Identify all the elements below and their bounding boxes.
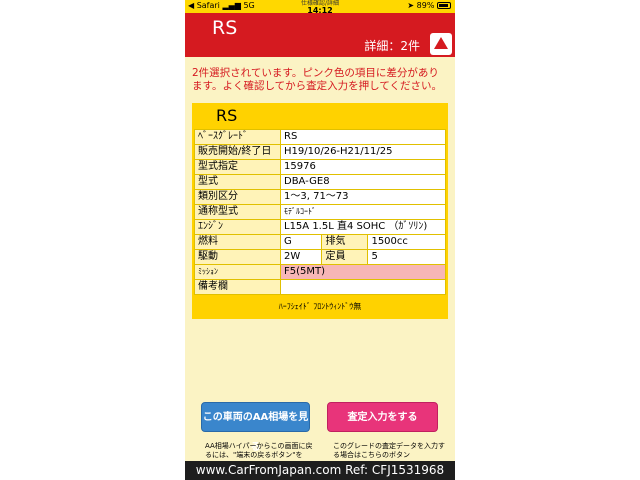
row-value (280, 279, 446, 295)
row-value-2: 5 (367, 249, 446, 265)
row-value: G (279, 234, 323, 250)
row-label: 燃料 (194, 234, 281, 250)
row-value: 2W (279, 249, 323, 265)
row-value: ﾓﾃﾞﾙｺｰﾄﾞ (280, 204, 446, 220)
row-label: 型式指定 (194, 159, 281, 175)
row-label: 備考欄 (194, 279, 281, 295)
phone-screen: ◀ Safari ▂▄▆ 5G 仕様確認/詳細 14:12 ➤ 89% RS 詳… (185, 0, 455, 480)
action-buttons: この車両のAA相場を見る 査定入力をする (185, 402, 455, 453)
scroll-top-button[interactable] (430, 33, 452, 55)
table-row: ｴﾝｼﾞﾝ L15A 1.5L 直4 SOHC （ｶﾞｿﾘﾝ) (194, 219, 446, 235)
note-left: AA相場ハイパーからこの画面に戻るには、"端末の戻るボタン"を (205, 442, 313, 459)
row-value: 1～3, 71～73 (280, 189, 446, 205)
battery-percent: 89% (416, 1, 435, 10)
card-title: RS (216, 106, 238, 125)
diff-notice: 2件選択されています。ピンク色の項目に差分があります。よく確認してから査定入力を… (192, 67, 443, 92)
table-row: ﾐｯｼｮﾝ F5(5MT) (194, 264, 446, 280)
table-row: 販売開始/終了日 H19/10/26-H21/11/25 (194, 144, 446, 160)
table-row: 類別区分 1～3, 71～73 (194, 189, 446, 205)
row-value: L15A 1.5L 直4 SOHC （ｶﾞｿﾘﾝ) (280, 219, 446, 235)
row-label: 型式 (194, 174, 281, 190)
status-bar: ◀ Safari ▂▄▆ 5G 仕様確認/詳細 14:12 ➤ 89% (185, 0, 455, 15)
spec-table: ﾍﾞｰｽｸﾞﾚｰﾄﾞ RS 販売開始/終了日 H19/10/26-H21/11/… (194, 129, 446, 295)
aa-price-button[interactable]: この車両のAA相場を見る (201, 402, 310, 453)
row-value: DBA-GE8 (280, 174, 446, 190)
row-label: ｴﾝｼﾞﾝ (194, 219, 281, 235)
battery-icon (437, 2, 451, 9)
row-value: H19/10/26-H21/11/25 (280, 144, 446, 160)
row-label: ﾍﾞｰｽｸﾞﾚｰﾄﾞ (194, 129, 281, 145)
row-label-2: 定員 (321, 249, 369, 265)
triangle-up-icon (434, 37, 448, 49)
row-label: 類別区分 (194, 189, 281, 205)
row-value-2: 1500cc (367, 234, 446, 250)
row-label-2: 排気 (321, 234, 369, 250)
table-row: 駆動 2W 定員 5 (194, 249, 446, 265)
page-title: RS (212, 17, 238, 39)
row-label: ﾐｯｼｮﾝ (194, 264, 281, 280)
spec-card: RS ﾍﾞｰｽｸﾞﾚｰﾄﾞ RS 販売開始/終了日 H19/10/26-H21/… (192, 103, 448, 319)
row-value-diff: F5(5MT) (280, 264, 446, 280)
assess-input-button[interactable]: 査定入力をする (327, 402, 438, 432)
location-icon: ➤ (407, 1, 415, 10)
detail-count: 詳細：2件 (364, 39, 420, 53)
row-value: 15976 (280, 159, 446, 175)
page-header: RS 詳細：2件 (185, 13, 455, 57)
table-row: 備考欄 (194, 279, 446, 295)
table-row: 通称型式 ﾓﾃﾞﾙｺｰﾄﾞ (194, 204, 446, 220)
table-row: 燃料 G 排気 1500cc (194, 234, 446, 250)
row-label: 駆動 (194, 249, 281, 265)
table-row: 型式 DBA-GE8 (194, 174, 446, 190)
note-right: このグレードの査定データを入力する場合はこちらのボタン (333, 442, 445, 459)
table-row: ﾍﾞｰｽｸﾞﾚｰﾄﾞ RS (194, 129, 446, 145)
status-right: ➤ 89% (407, 1, 451, 10)
row-label: 通称型式 (194, 204, 281, 220)
remarks-text: ﾊｰﾌｼｪｲﾄﾞ ﾌﾛﾝﾄｳｨﾝﾄﾞｳ無 (278, 302, 362, 311)
row-value: RS (280, 129, 446, 145)
row-label: 販売開始/終了日 (194, 144, 281, 160)
table-row: 型式指定 15976 (194, 159, 446, 175)
watermark-footer: www.CarFromJapan.com Ref: CFJ1531968 (185, 461, 455, 480)
